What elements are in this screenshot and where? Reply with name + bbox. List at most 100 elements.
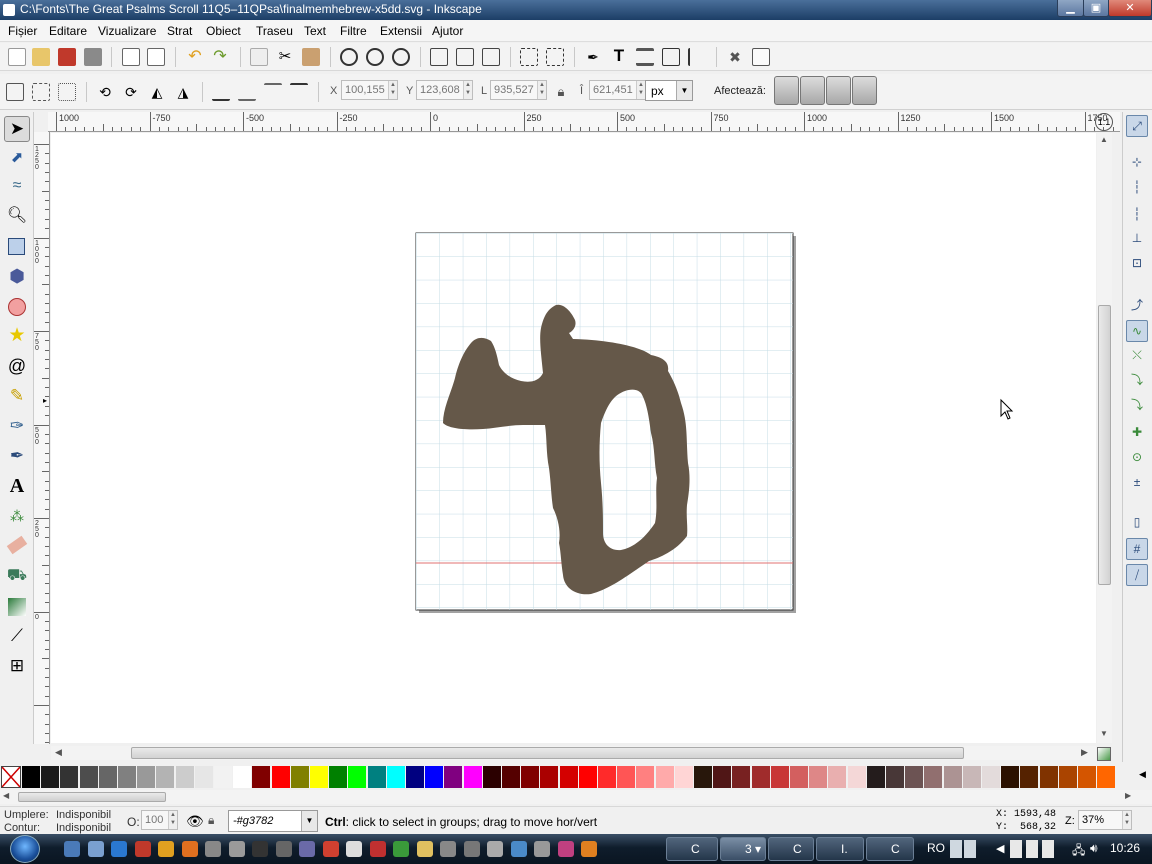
gradient-tool-icon[interactable]	[4, 594, 30, 620]
minimize-button[interactable]: ▁	[1057, 0, 1084, 17]
cut-icon[interactable]: ✂	[276, 48, 294, 66]
color-swatch[interactable]	[482, 766, 501, 788]
unlink-clone-icon[interactable]	[482, 48, 500, 66]
zoom-drawing-icon[interactable]	[366, 48, 384, 66]
calculator-icon[interactable]	[275, 841, 292, 857]
network-tray-icon[interactable]: 🖧︎	[1072, 841, 1085, 862]
paste-icon[interactable]	[302, 48, 320, 66]
menu-text[interactable]: Text	[304, 24, 326, 38]
rotate-cw-icon[interactable]: ⟳	[122, 83, 140, 101]
scroll-down-icon[interactable]: ▼	[1100, 729, 1108, 738]
save-icon[interactable]	[134, 841, 151, 857]
color-swatch[interactable]	[290, 766, 309, 788]
color-swatch[interactable]	[866, 766, 885, 788]
vertical-ruler[interactable]: 1250 1000 750 500 250 0	[34, 132, 50, 744]
group-icon[interactable]	[520, 48, 538, 66]
network-icon[interactable]	[487, 841, 503, 857]
volume-tray-icon[interactable]: 🔊︎	[1090, 841, 1098, 856]
ellipse-tool-icon[interactable]	[4, 294, 30, 320]
color-swatch[interactable]	[578, 766, 597, 788]
color-swatch[interactable]	[694, 766, 712, 788]
color-swatch[interactable]	[1001, 766, 1020, 788]
color-swatch[interactable]	[1020, 766, 1039, 788]
pencil-tool-icon[interactable]: ✎	[4, 384, 30, 410]
snap-path-icon[interactable]: ∿	[1126, 320, 1148, 342]
zoom-input[interactable]: 37% ▲ ▼	[1078, 810, 1132, 830]
messenger-icon[interactable]	[393, 841, 409, 857]
calligraphy-tool-icon[interactable]: ✒	[4, 444, 30, 470]
zoom-tool-icon[interactable]: 🔍︎	[4, 204, 30, 230]
switch-windows-icon[interactable]	[87, 841, 104, 857]
color-swatch[interactable]	[1097, 766, 1116, 788]
fill-stroke-icon[interactable]: ✒	[584, 48, 602, 66]
media-icon[interactable]	[158, 841, 174, 857]
snap-bbox-center-icon[interactable]: ⊡	[1126, 253, 1148, 275]
paint-bucket-tool-icon[interactable]: ⛟	[4, 564, 30, 590]
snap-smooth-node-icon[interactable]: ⤵	[1126, 395, 1148, 417]
open-icon[interactable]	[32, 48, 50, 66]
snap-bbox-icon[interactable]: ⊹	[1126, 152, 1148, 174]
horizontal-scroll-thumb[interactable]	[131, 747, 964, 759]
pen-tool-icon[interactable]: ✑	[4, 414, 30, 440]
color-swatch[interactable]	[617, 766, 636, 788]
opacity-input[interactable]: 100 ▲ ▼	[141, 810, 178, 830]
menu-path[interactable]: Traseu	[256, 24, 293, 38]
color-swatch[interactable]	[1078, 766, 1096, 788]
system-clock[interactable]: 10:26	[1110, 841, 1140, 855]
app-icon[interactable]	[534, 841, 550, 857]
palette-scrollbar[interactable]: ◀ ▶	[0, 790, 1152, 804]
snap-cusp-node-icon[interactable]: ⤵	[1126, 370, 1148, 392]
tray-icon[interactable]	[1042, 840, 1054, 858]
color-swatch[interactable]	[310, 766, 328, 788]
import-icon[interactable]	[122, 48, 140, 66]
zoom-selection-icon[interactable]	[340, 48, 358, 66]
ungroup-icon[interactable]	[546, 48, 564, 66]
app-icon[interactable]	[463, 841, 480, 857]
eye-visibility-icon[interactable]: 👁︎	[186, 813, 204, 830]
color-swatch[interactable]	[156, 766, 175, 788]
chrome-icon[interactable]	[322, 841, 339, 857]
show-desktop-icon[interactable]	[64, 841, 80, 857]
raise-to-top-icon[interactable]	[290, 83, 308, 101]
tray-icon[interactable]	[950, 840, 962, 858]
save-icon[interactable]	[58, 48, 76, 66]
color-swatch[interactable]	[271, 766, 290, 788]
align-distribute-icon[interactable]	[688, 48, 706, 66]
color-swatch[interactable]	[924, 766, 943, 788]
snap-grid-icon[interactable]: #	[1126, 538, 1148, 560]
color-swatch[interactable]	[790, 766, 808, 788]
scroll-left-icon[interactable]: ◀	[55, 747, 62, 758]
snap-bbox-corner-icon[interactable]: ┆	[1126, 204, 1148, 226]
deselect-icon[interactable]	[58, 83, 76, 101]
xml-editor-icon[interactable]	[662, 48, 680, 66]
app-icon[interactable]	[346, 841, 362, 857]
x-stepper[interactable]: ▲ ▼	[388, 81, 397, 99]
color-swatch[interactable]	[982, 766, 1000, 788]
height-stepper[interactable]: ▲ ▼	[636, 81, 645, 99]
taskbar-button-c3[interactable]: C	[866, 837, 914, 861]
tray-icon[interactable]	[964, 840, 976, 858]
scroll-right-icon[interactable]: ▶	[1081, 747, 1088, 758]
snap-rotation-center-icon[interactable]: ±	[1126, 472, 1148, 494]
zoom-stepper[interactable]: ▲ ▼	[1122, 811, 1131, 829]
color-swatch[interactable]	[540, 766, 559, 788]
vertical-scrollbar[interactable]: ▲ ▼	[1097, 133, 1112, 743]
flip-vertical-icon[interactable]: ◮	[174, 83, 192, 101]
color-swatch[interactable]	[905, 766, 924, 788]
tray-expand-icon[interactable]: ◀	[996, 842, 1004, 855]
color-swatch[interactable]	[329, 766, 348, 788]
taskbar-button-inkscape-group[interactable]: 3 ▾	[720, 837, 766, 861]
menu-help[interactable]: Ajutor	[432, 24, 463, 38]
height-input[interactable]: 621,451 ▲ ▼	[589, 80, 646, 100]
tray-icon[interactable]	[1026, 840, 1038, 858]
menu-object[interactable]: Obiect	[206, 24, 241, 38]
spiral-tool-icon[interactable]: @	[4, 354, 30, 380]
color-swatch[interactable]	[674, 766, 693, 788]
folder-icon[interactable]	[416, 841, 433, 857]
close-button[interactable]: ✕	[1108, 0, 1152, 17]
duplicate-object-icon[interactable]	[430, 48, 448, 66]
select-all-layers-icon[interactable]	[32, 83, 50, 101]
tray-icon[interactable]	[1010, 840, 1022, 858]
menu-file[interactable]: Fișier	[8, 24, 37, 38]
snap-object-center-icon[interactable]: ⊙	[1126, 447, 1148, 469]
